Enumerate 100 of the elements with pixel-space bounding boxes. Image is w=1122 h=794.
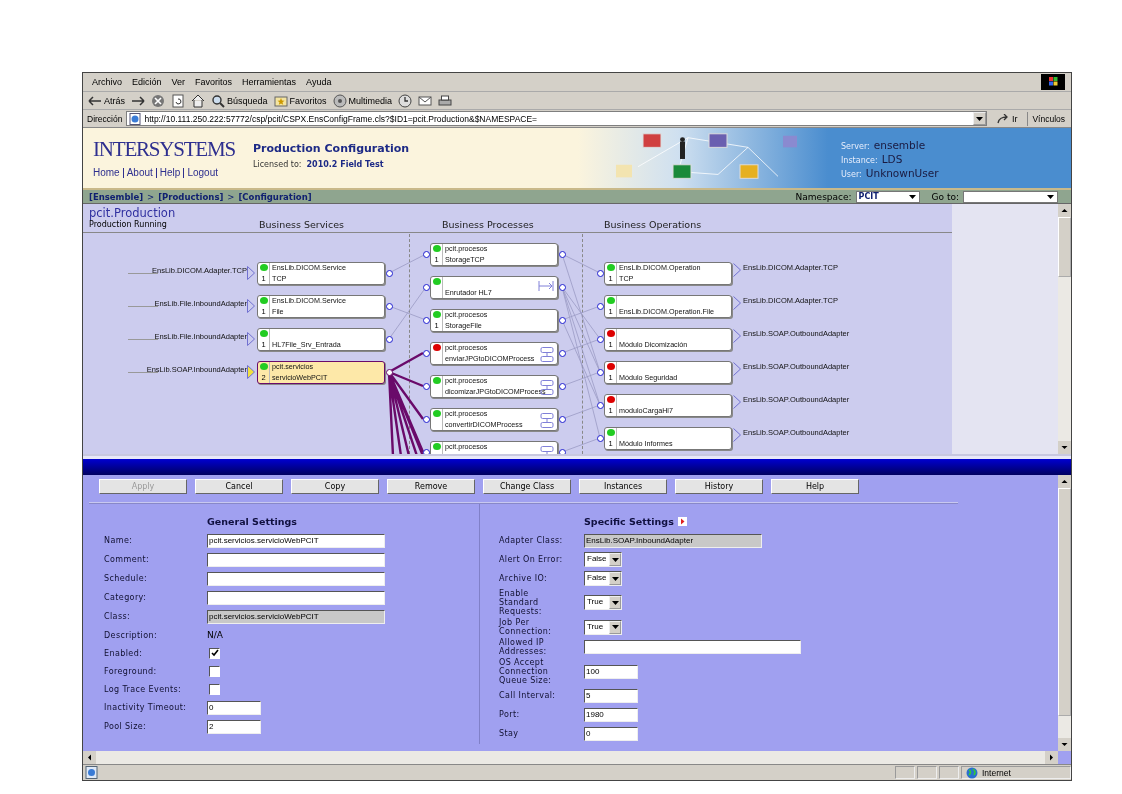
scroll-up-icon[interactable] — [1058, 475, 1071, 488]
globe-icon — [966, 766, 978, 779]
caret-icon — [908, 194, 916, 199]
menu-item[interactable]: Ver — [166, 77, 191, 87]
scroll-right-icon[interactable] — [1045, 751, 1058, 764]
breadcrumb-link[interactable]: [Configuration] — [238, 191, 312, 202]
goto-select[interactable] — [963, 190, 1058, 203]
nav-link[interactable]: Logout — [183, 168, 221, 178]
breadcrumb-link[interactable]: [Productions] — [158, 191, 224, 202]
go-button[interactable]: Ir — [990, 113, 1024, 124]
number-field[interactable]: 0 — [584, 726, 638, 741]
address-field[interactable]: http://10.111.250.222:57772/csp/pcit/CSPX.EnsConfigFrame.cls?$ID1=pcit.Production&$NAMESPACE= — [126, 111, 987, 126]
number-field[interactable]: 100 — [584, 664, 638, 679]
menu-item[interactable]: Herramientas — [237, 77, 302, 87]
scroll-up-icon[interactable] — [1058, 204, 1071, 217]
checkbox[interactable] — [209, 683, 220, 695]
scroll-down-icon[interactable] — [1058, 441, 1071, 454]
text-field[interactable] — [207, 590, 385, 605]
nav-link[interactable]: About — [122, 168, 156, 178]
scroll-down-icon[interactable] — [1058, 738, 1071, 751]
media-icon — [332, 93, 347, 108]
field-label: Enable Standard Requests: — [499, 589, 543, 616]
number-field[interactable]: 1980 — [584, 707, 638, 722]
select-field[interactable]: True — [584, 619, 622, 635]
license-value: 2010.2 Field Test — [306, 160, 384, 169]
license-label: Licensed to: — [253, 160, 302, 169]
menu-item[interactable]: Ayuda — [301, 77, 337, 87]
text-field[interactable] — [207, 571, 385, 586]
readonly-field[interactable]: EnsLib.SOAP.InboundAdapter — [584, 533, 762, 548]
field-label: Comment: — [104, 555, 151, 564]
breadcrumb-link[interactable]: [Ensemble] — [89, 191, 144, 202]
field-label: Call Interval: — [499, 691, 557, 700]
menu-item[interactable]: Favoritos — [190, 77, 238, 87]
caret-icon — [611, 576, 619, 581]
form-button[interactable]: Help — [771, 479, 859, 494]
form-button[interactable]: Copy — [291, 479, 379, 494]
column-heading: Business Operations — [604, 219, 702, 230]
select-field[interactable]: False — [584, 571, 622, 586]
menu-item[interactable]: Archivo — [87, 77, 127, 87]
namespace-select[interactable]: PCIT — [855, 190, 920, 203]
adapter-port-icon — [733, 362, 741, 376]
arrow-icon — [996, 113, 1009, 124]
select-field[interactable]: False — [584, 552, 622, 567]
scrollbar[interactable] — [83, 751, 1058, 764]
scroll-left-icon[interactable] — [83, 751, 96, 764]
page-icon — [129, 112, 142, 125]
frame-divider-bar[interactable] — [83, 456, 1071, 475]
form-button[interactable]: Change Class — [483, 479, 571, 494]
select-field[interactable]: True — [584, 595, 622, 610]
readonly-field[interactable]: pcit.servicios.servicioWebPCIT — [207, 609, 385, 624]
nav-link[interactable]: Help — [155, 168, 184, 178]
production-status: Production Running — [89, 220, 167, 229]
scroll-thumb[interactable] — [1058, 217, 1071, 277]
links-button[interactable]: Vínculos — [1027, 111, 1069, 126]
number-field[interactable]: 0 — [207, 700, 261, 715]
menu-item[interactable]: Edición — [127, 77, 167, 87]
toolbar-button[interactable]: Atrás — [85, 92, 128, 109]
server-info-value: UnknownUser — [865, 167, 939, 179]
favorites-icon — [273, 93, 288, 108]
server-info-value: LDS — [881, 153, 903, 165]
number-field[interactable]: 5 — [584, 688, 638, 703]
number-field[interactable]: 2 — [207, 719, 261, 734]
scroll-thumb[interactable] — [1058, 488, 1071, 716]
form-button[interactable]: Remove — [387, 479, 475, 494]
dropdown-button[interactable] — [972, 112, 986, 125]
checkbox[interactable] — [209, 647, 220, 659]
text-field[interactable]: pcit.servicios.servicioWebPCIT — [207, 533, 385, 548]
scrollbar[interactable] — [1058, 204, 1071, 454]
form-button[interactable]: Instances — [579, 479, 667, 494]
scrollbar[interactable] — [1058, 475, 1071, 751]
home-icon — [191, 93, 205, 108]
adapter-port-icon — [247, 365, 255, 379]
field-label: OS Accept Connection Queue Size: — [499, 658, 553, 685]
form-button[interactable]: History — [675, 479, 763, 494]
column-heading: Business Services — [259, 219, 344, 230]
logo: INTERSYSTEMS — [93, 136, 235, 163]
toolbar-button[interactable]: Multimedia — [329, 92, 396, 109]
form-button[interactable]: Cancel — [195, 479, 283, 494]
history-icon — [398, 93, 413, 108]
toolbar-button[interactable]: Favoritos — [270, 92, 330, 109]
process-steps-icon — [540, 347, 554, 362]
expand-arrow-icon[interactable] — [677, 516, 687, 526]
status-cell — [917, 766, 937, 779]
text-field[interactable] — [207, 552, 385, 567]
field-label: Inactivity Timeout: — [104, 703, 188, 712]
field-value: N/A — [207, 630, 223, 640]
page-title: Production Configuration — [253, 142, 411, 155]
production-title: pcit.Production — [89, 206, 176, 220]
adapter-port-icon — [733, 296, 741, 310]
refresh-icon — [171, 93, 185, 108]
checkbox[interactable] — [209, 665, 220, 677]
nav-link[interactable]: Home — [93, 168, 123, 178]
text-field[interactable] — [584, 640, 801, 654]
field-label: Pool Size: — [104, 722, 148, 731]
breadcrumb-separator: > — [147, 191, 155, 202]
server-info-value: ensemble — [873, 139, 926, 151]
toolbar-button[interactable]: Búsqueda — [208, 92, 271, 109]
section-title: Specific Settings — [584, 515, 674, 527]
field-label: Class: — [104, 612, 132, 621]
field-label: Port: — [499, 710, 521, 719]
